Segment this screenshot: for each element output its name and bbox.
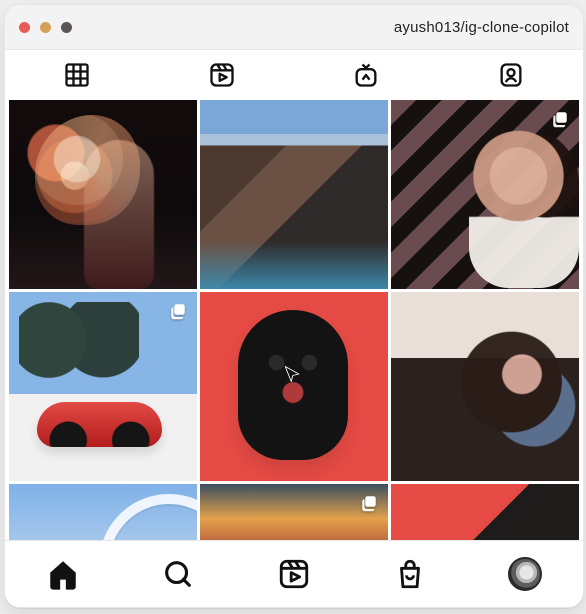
nav-home[interactable] — [45, 556, 81, 592]
nav-reels[interactable] — [276, 556, 312, 592]
bottom-navigation — [5, 540, 583, 607]
tab-igtv[interactable] — [352, 61, 380, 89]
post-tile[interactable] — [9, 100, 197, 289]
fullscreen-window-dot[interactable] — [61, 21, 72, 33]
shop-bag-icon — [399, 559, 420, 589]
reels-icon — [210, 63, 234, 87]
post-tile[interactable] — [200, 100, 388, 289]
close-window-dot[interactable] — [19, 21, 30, 33]
nav-profile[interactable] — [507, 556, 543, 592]
nav-search[interactable] — [160, 556, 196, 592]
app-window: ayush013/ig-clone-copilot — [4, 4, 584, 608]
igtv-icon — [355, 63, 377, 87]
post-tile[interactable] — [9, 292, 197, 481]
nav-shop[interactable] — [392, 556, 428, 592]
search-icon — [165, 561, 192, 587]
home-icon — [50, 561, 76, 590]
multiple-photos-icon — [171, 304, 185, 320]
post-tile[interactable] — [9, 484, 197, 544]
posts-grid-inner — [9, 100, 579, 544]
post-tile[interactable] — [200, 292, 388, 481]
grid-icon — [65, 63, 89, 87]
tab-grid[interactable] — [63, 61, 91, 89]
tab-reels[interactable] — [208, 61, 236, 89]
tagged-user-icon — [500, 63, 522, 87]
post-tile[interactable] — [391, 100, 579, 289]
avatar — [508, 557, 543, 591]
window-title: ayush013/ig-clone-copilot — [393, 18, 569, 36]
profile-tabs — [5, 50, 583, 101]
titlebar: ayush013/ig-clone-copilot — [5, 5, 583, 50]
post-tile[interactable] — [391, 484, 579, 544]
minimize-window-dot[interactable] — [40, 21, 51, 33]
post-tile[interactable] — [391, 292, 579, 481]
posts-grid — [5, 100, 583, 544]
post-tile[interactable] — [200, 484, 388, 544]
multiple-photos-icon — [362, 496, 376, 512]
tab-tagged[interactable] — [497, 61, 525, 89]
reels-icon — [279, 559, 309, 589]
multiple-photos-icon — [553, 112, 567, 128]
mouse-cursor-icon — [284, 366, 300, 382]
traffic-lights — [19, 21, 72, 33]
